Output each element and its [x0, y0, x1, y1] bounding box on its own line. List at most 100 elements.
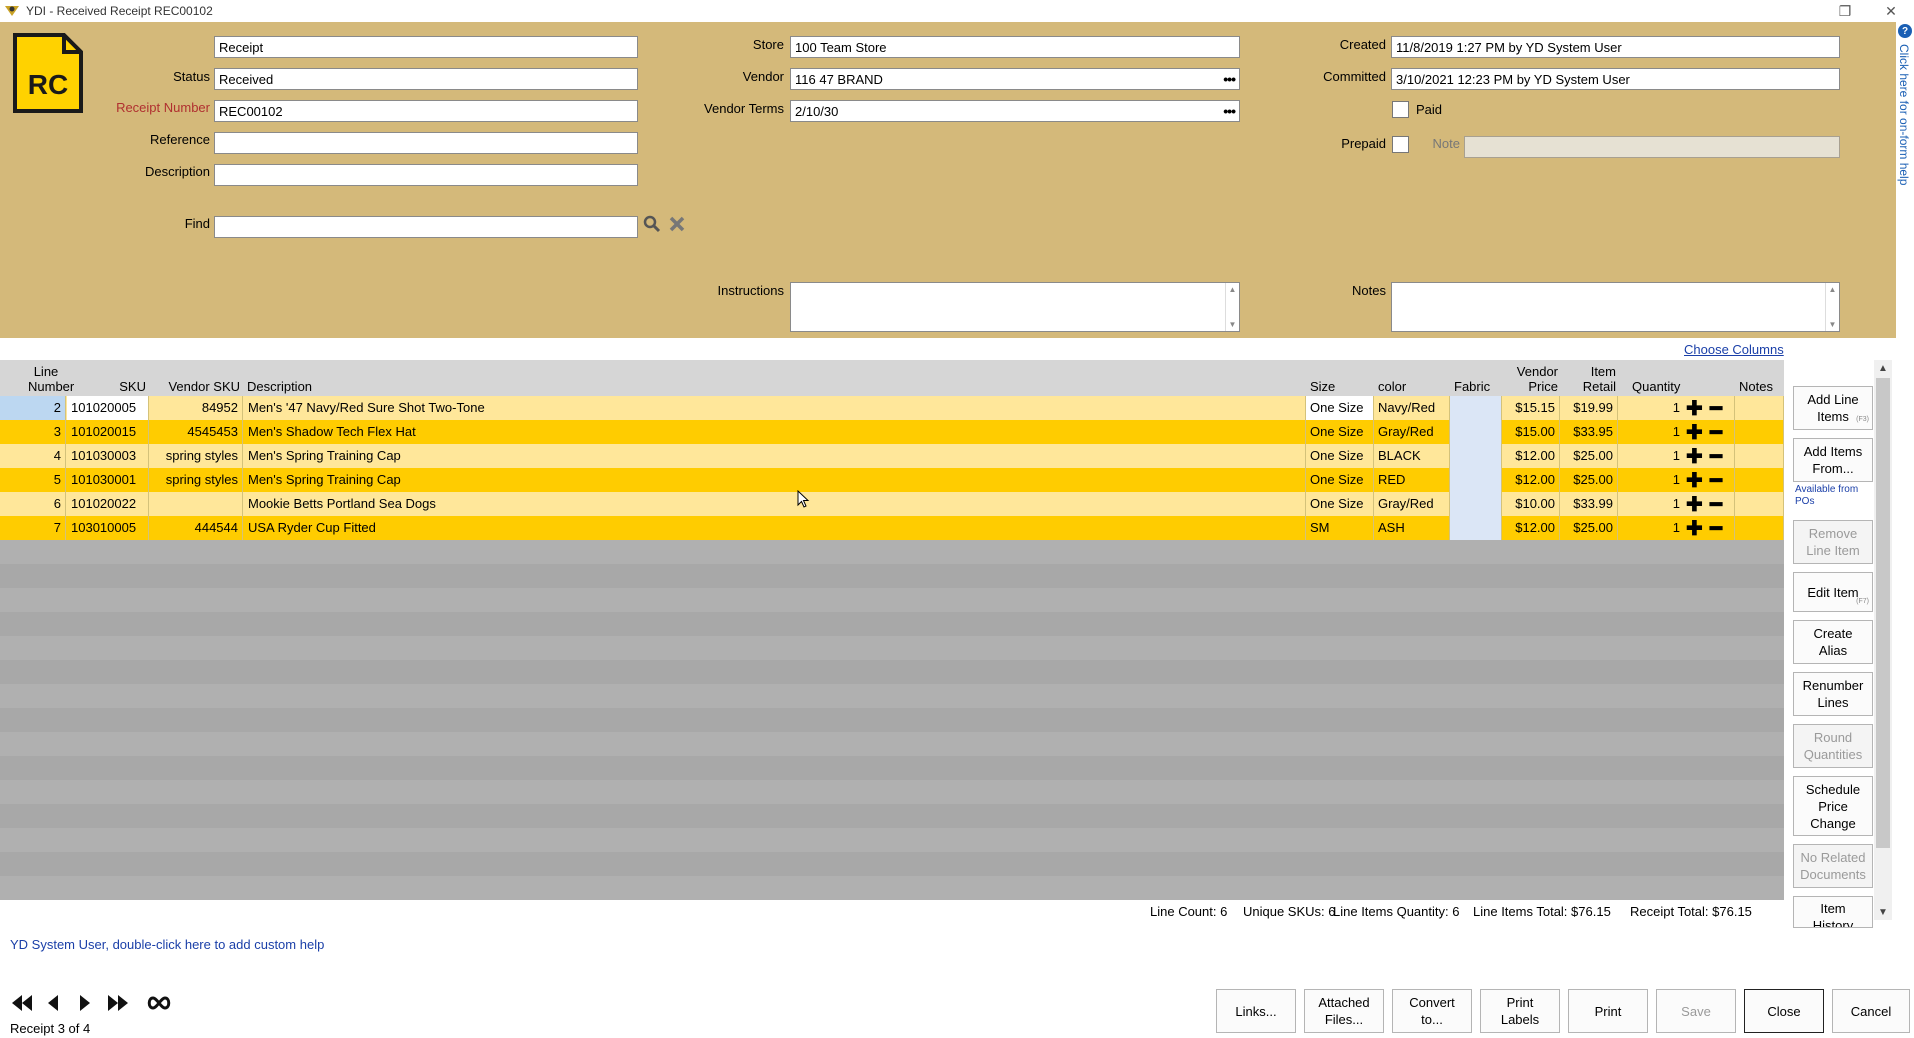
cell-notes[interactable] [1734, 396, 1784, 420]
decrement-qty-icon[interactable]: ━ [1710, 420, 1722, 444]
header-fabric[interactable]: Fabric [1454, 379, 1490, 394]
find-input[interactable] [214, 216, 638, 238]
cell-description[interactable]: USA Ryder Cup Fitted [244, 516, 1306, 540]
notes-scrollbar[interactable]: ▲ ▼ [1825, 283, 1839, 331]
vendor-terms-lookup-icon[interactable]: ••• [1223, 103, 1236, 119]
vendor-field[interactable]: 116 47 BRAND ••• [790, 68, 1240, 90]
schedule-price-change-button[interactable]: Schedule Price Change [1793, 776, 1873, 836]
print-button[interactable]: Print [1568, 989, 1648, 1033]
cell-color[interactable]: BLACK [1374, 444, 1450, 468]
instructions-scrollbar[interactable]: ▲ ▼ [1225, 283, 1239, 331]
cell-description[interactable]: Men's Spring Training Cap [244, 444, 1306, 468]
cell-vendor-sku[interactable]: 4545453 [150, 420, 243, 444]
cell-quantity[interactable]: 1 [1618, 516, 1684, 540]
cell-line-number[interactable]: 6 [0, 492, 66, 516]
all-records-infinity-icon[interactable] [146, 992, 172, 1014]
increment-qty-icon[interactable]: ✚ [1686, 516, 1703, 540]
cell-item-retail[interactable]: $25.00 [1560, 444, 1618, 468]
header-sku[interactable]: SKU [68, 379, 146, 394]
cell-notes[interactable] [1734, 420, 1784, 444]
cell-description[interactable]: Men's Shadow Tech Flex Hat [244, 420, 1306, 444]
cell-fabric[interactable] [1450, 468, 1502, 492]
header-vendor-price[interactable]: Vendor Price [1500, 364, 1558, 394]
decrement-qty-icon[interactable]: ━ [1710, 444, 1722, 468]
increment-qty-icon[interactable]: ✚ [1686, 492, 1703, 516]
scroll-down-icon[interactable]: ▼ [1874, 904, 1892, 920]
scroll-up-icon[interactable]: ▲ [1874, 360, 1892, 376]
table-row[interactable]: 3 101020015 4545453 Men's Shadow Tech Fl… [0, 420, 1784, 444]
close-button[interactable]: Close [1744, 989, 1824, 1033]
cell-item-retail[interactable]: $19.99 [1560, 396, 1618, 420]
header-color[interactable]: color [1378, 379, 1406, 394]
clear-search-icon[interactable] [668, 215, 686, 238]
cell-vendor-price[interactable]: $12.00 [1502, 516, 1560, 540]
cell-fabric[interactable] [1450, 420, 1502, 444]
receipt-number-field[interactable]: REC00102 [214, 100, 638, 122]
cell-quantity[interactable]: 1 [1618, 444, 1684, 468]
header-line-number[interactable]: Line Number [28, 364, 74, 394]
cell-vendor-sku[interactable]: spring styles [150, 444, 243, 468]
status-field[interactable]: Received [214, 68, 638, 90]
header-notes[interactable]: Notes [1739, 379, 1773, 394]
help-icon[interactable]: ? [1898, 24, 1912, 38]
cell-vendor-sku[interactable]: spring styles [150, 468, 243, 492]
choose-columns-link[interactable]: Choose Columns [1684, 342, 1784, 357]
cell-item-retail[interactable]: $33.95 [1560, 420, 1618, 444]
previous-record-icon[interactable] [46, 992, 60, 1014]
add-line-items-button[interactable]: Add Line Items (F3) [1793, 386, 1873, 430]
prepaid-checkbox[interactable] [1392, 136, 1409, 153]
add-items-from-button[interactable]: Add Items From... [1793, 438, 1873, 482]
cell-vendor-sku[interactable] [150, 492, 243, 516]
cell-quantity[interactable]: 1 [1618, 396, 1684, 420]
cell-sku[interactable]: 101020022 [67, 492, 149, 516]
cell-sku[interactable]: 103010005 [67, 516, 149, 540]
last-record-icon[interactable] [106, 992, 130, 1014]
cell-fabric[interactable] [1450, 396, 1502, 420]
cell-item-retail[interactable]: $25.00 [1560, 516, 1618, 540]
cell-color[interactable]: Navy/Red [1374, 396, 1450, 420]
print-labels-button[interactable]: Print Labels [1480, 989, 1560, 1033]
cell-fabric[interactable] [1450, 492, 1502, 516]
cell-size[interactable]: One Size [1306, 420, 1374, 444]
cell-fabric[interactable] [1450, 444, 1502, 468]
scrollbar-thumb[interactable] [1876, 378, 1890, 848]
cell-line-number[interactable]: 2 [0, 396, 66, 420]
cell-color[interactable]: Gray/Red [1374, 492, 1450, 516]
increment-qty-icon[interactable]: ✚ [1686, 444, 1703, 468]
restore-icon[interactable]: ❐ [1822, 0, 1868, 22]
cell-line-number[interactable]: 7 [0, 516, 66, 540]
side-panel-scrollbar[interactable]: ▲ ▼ [1874, 360, 1892, 920]
increment-qty-icon[interactable]: ✚ [1686, 420, 1703, 444]
edit-item-button[interactable]: Edit Item (F7) [1793, 572, 1873, 612]
notes-field[interactable]: ▲ ▼ [1391, 282, 1840, 332]
cell-vendor-sku[interactable]: 444544 [150, 516, 243, 540]
cell-quantity[interactable]: 1 [1618, 468, 1684, 492]
store-field[interactable]: 100 Team Store [790, 36, 1240, 58]
available-from-pos-link[interactable]: Available from POs [1795, 484, 1858, 508]
cell-quantity[interactable]: 1 [1618, 492, 1684, 516]
header-description[interactable]: Description [247, 379, 312, 394]
cell-sku[interactable]: 101030001 [67, 468, 149, 492]
cell-size[interactable]: One Size [1306, 492, 1374, 516]
cell-vendor-price[interactable]: $12.00 [1502, 468, 1560, 492]
cell-line-number[interactable]: 5 [0, 468, 66, 492]
convert-to-button[interactable]: Convert to... [1392, 989, 1472, 1033]
cell-sku[interactable]: 101030003 [67, 444, 149, 468]
attached-files-button[interactable]: Attached Files... [1304, 989, 1384, 1033]
cell-fabric[interactable] [1450, 516, 1502, 540]
header-vendor-sku[interactable]: Vendor SKU [150, 379, 240, 394]
cell-notes[interactable] [1734, 516, 1784, 540]
vendor-terms-field[interactable]: 2/10/30 ••• [790, 100, 1240, 122]
cell-sku[interactable]: 101020005 [67, 396, 149, 420]
links-button[interactable]: Links... [1216, 989, 1296, 1033]
cell-size[interactable]: One Size [1306, 468, 1374, 492]
header-quantity[interactable]: Quantity [1632, 379, 1680, 394]
document-type-field[interactable]: Receipt [214, 36, 638, 58]
header-item-retail[interactable]: Item Retail [1560, 364, 1616, 394]
remove-line-item-button[interactable]: Remove Line Item [1793, 520, 1873, 564]
cancel-button[interactable]: Cancel [1832, 989, 1910, 1033]
renumber-lines-button[interactable]: Renumber Lines [1793, 672, 1873, 716]
cell-description[interactable]: Men's '47 Navy/Red Sure Shot Two-Tone [244, 396, 1306, 420]
table-row[interactable]: 5 101030001 spring styles Men's Spring T… [0, 468, 1784, 492]
cell-description[interactable]: Men's Spring Training Cap [244, 468, 1306, 492]
